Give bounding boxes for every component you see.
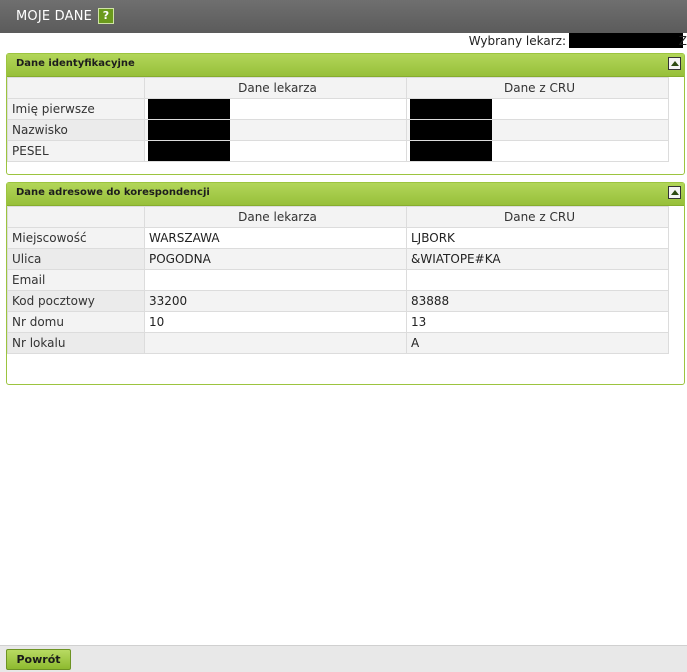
row-label: Miejscowość [7, 227, 145, 249]
redacted-value [148, 120, 230, 140]
identification-panel: Dane identyfikacyjne Dane lekarza Dane z… [6, 53, 685, 175]
address-panel: Dane adresowe do korespondencji Dane lek… [6, 182, 685, 385]
table-header-row: Dane lekarza Dane z CRU [7, 77, 669, 99]
page-title: MOJE DANE [16, 9, 93, 24]
row-label: Nr domu [7, 311, 145, 333]
cru-value-cell: 83888 [406, 290, 669, 312]
collapse-up-icon[interactable] [668, 186, 681, 199]
doctor-value-cell [144, 332, 407, 354]
identification-table: Dane lekarza Dane z CRU Imię pierwsze Na… [7, 77, 669, 162]
help-icon[interactable]: ? [98, 8, 114, 24]
row-label: Nr lokalu [7, 332, 145, 354]
redacted-value [148, 141, 230, 161]
row-label: Kod pocztowy [7, 290, 145, 312]
column-header-cru: Dane z CRU [406, 206, 669, 228]
collapse-up-icon[interactable] [668, 57, 681, 70]
redacted-value [410, 120, 492, 140]
title-bar: MOJE DANE ? [0, 0, 687, 33]
doctor-value-cell [144, 269, 407, 291]
cru-value-cell [406, 140, 669, 162]
cru-value-cell [406, 269, 669, 291]
cru-value-cell: A [406, 332, 669, 354]
address-table: Dane lekarza Dane z CRU Miejscowość WARS… [7, 206, 669, 354]
column-header-empty [7, 206, 145, 228]
doctor-value-cell [144, 119, 407, 141]
doctor-value-cell [144, 98, 407, 120]
selected-doctor-row: Wybrany lekarz: Z [0, 33, 687, 49]
address-panel-title: Dane adresowe do korespondencji [16, 187, 210, 198]
cru-value-cell: LJBORK [406, 227, 669, 249]
redacted-value [148, 99, 230, 119]
cru-value-cell: 13 [406, 311, 669, 333]
table-row: Miejscowość WARSZAWA LJBORK [7, 227, 669, 249]
table-row: PESEL [7, 140, 669, 162]
redacted-value [410, 99, 492, 119]
table-row: Ulica POGODNA &WIATOPE#KA [7, 248, 669, 270]
table-row: Email [7, 269, 669, 291]
doctor-value-cell [144, 140, 407, 162]
cru-value-cell [406, 98, 669, 120]
address-panel-header: Dane adresowe do korespondencji [7, 183, 684, 206]
table-row: Nr lokalu A [7, 332, 669, 354]
column-header-doctor: Dane lekarza [144, 77, 407, 99]
doctor-value-cell: 10 [144, 311, 407, 333]
doctor-value-cell: WARSZAWA [144, 227, 407, 249]
column-header-empty [7, 77, 145, 99]
cru-value-cell: &WIATOPE#KA [406, 248, 669, 270]
table-row: Kod pocztowy 33200 83888 [7, 290, 669, 312]
bottom-toolbar: Powrót [0, 645, 687, 672]
table-header-row: Dane lekarza Dane z CRU [7, 206, 669, 228]
row-label: Email [7, 269, 145, 291]
row-label: PESEL [7, 140, 145, 162]
row-label: Imię pierwsze [7, 98, 145, 120]
doctor-value-cell: POGODNA [144, 248, 407, 270]
row-label: Ulica [7, 248, 145, 270]
row-label: Nazwisko [7, 119, 145, 141]
selected-doctor-tail: Z [678, 34, 687, 48]
doctor-value-cell: 33200 [144, 290, 407, 312]
table-row: Nazwisko [7, 119, 669, 141]
cru-value-cell [406, 119, 669, 141]
identification-panel-title: Dane identyfikacyjne [16, 58, 135, 69]
table-row: Imię pierwsze [7, 98, 669, 120]
column-header-doctor: Dane lekarza [144, 206, 407, 228]
identification-panel-header: Dane identyfikacyjne [7, 54, 684, 77]
table-row: Nr domu 10 13 [7, 311, 669, 333]
redacted-value [410, 141, 492, 161]
redacted-doctor-name [569, 33, 683, 48]
back-button[interactable]: Powrót [6, 649, 71, 670]
selected-doctor-label: Wybrany lekarz: [468, 34, 566, 48]
column-header-cru: Dane z CRU [406, 77, 669, 99]
